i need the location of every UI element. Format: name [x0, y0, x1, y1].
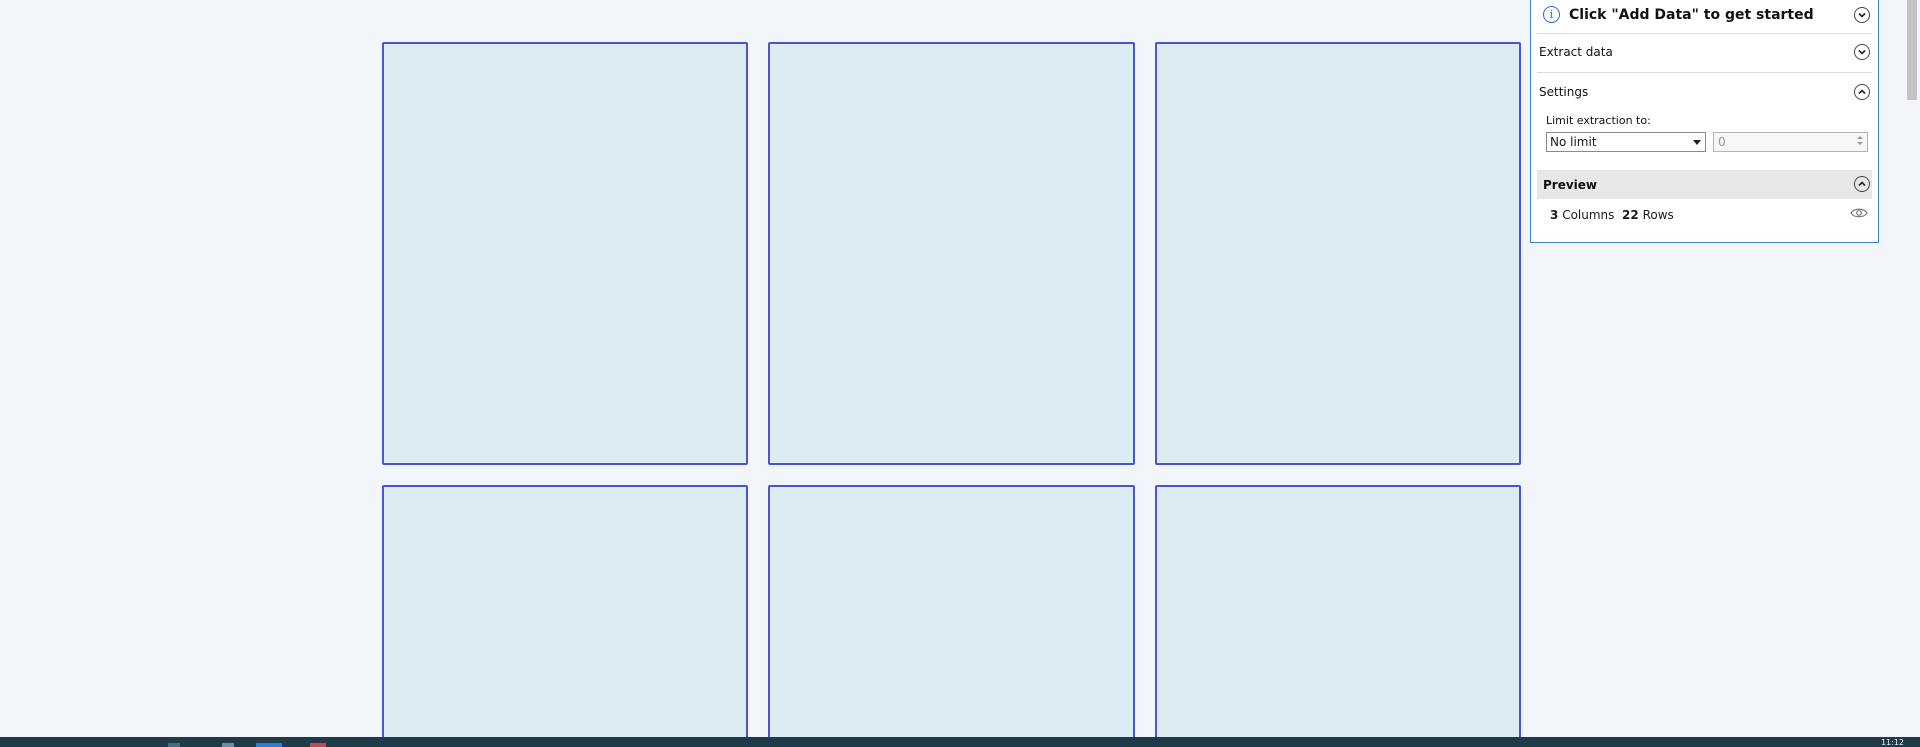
vertical-scrollbar[interactable]: [1902, 0, 1920, 737]
info-section[interactable]: i Click "Add Data" to get started: [1537, 1, 1872, 34]
image-tile-1[interactable]: [382, 42, 748, 465]
info-title: Click "Add Data" to get started: [1569, 7, 1814, 23]
extract-data-title: Extract data: [1539, 45, 1613, 59]
columns-label: Columns: [1562, 208, 1615, 222]
limit-type-select[interactable]: No limit: [1546, 132, 1706, 152]
taskbar: [0, 737, 1920, 747]
preview-header[interactable]: Preview: [1537, 170, 1872, 199]
dropdown-arrow-icon: [1693, 140, 1701, 145]
preview-stats: 3 Columns 22 Rows: [1550, 208, 1674, 222]
image-tile-2[interactable]: [768, 42, 1135, 465]
extract-data-section[interactable]: Extract data: [1537, 33, 1872, 73]
extraction-panel: i Click "Add Data" to get started Extrac…: [1530, 0, 1879, 243]
rows-label: Rows: [1642, 208, 1674, 222]
limit-extraction-label: Limit extraction to:: [1546, 114, 1651, 127]
image-tile-3[interactable]: [1155, 42, 1521, 465]
taskbar-clock: 11:12: [1880, 738, 1904, 747]
preview-title: Preview: [1543, 178, 1598, 192]
chevron-up-icon[interactable]: [1854, 176, 1870, 192]
limit-type-value: No limit: [1550, 135, 1597, 149]
eye-icon[interactable]: [1850, 207, 1868, 219]
settings-title: Settings: [1539, 85, 1589, 99]
chevron-up-icon[interactable]: [1854, 84, 1870, 100]
taskbar-app-icon[interactable]: [168, 743, 180, 747]
image-tile-6[interactable]: [1155, 485, 1521, 747]
limit-count-input[interactable]: 0: [1713, 132, 1868, 152]
taskbar-app-icon[interactable]: [310, 743, 326, 747]
taskbar-app-icon[interactable]: [222, 743, 234, 747]
image-tile-4[interactable]: [382, 485, 748, 747]
columns-count: 3: [1550, 208, 1559, 222]
image-tile-5[interactable]: [768, 485, 1135, 747]
chevron-down-icon[interactable]: [1854, 44, 1870, 60]
info-icon: i: [1543, 6, 1560, 23]
chevron-down-icon[interactable]: [1854, 7, 1870, 23]
rows-count: 22: [1622, 208, 1639, 222]
taskbar-app-icon[interactable]: [256, 743, 282, 747]
scrollbar-thumb[interactable]: [1907, 0, 1917, 100]
limit-count-value: 0: [1718, 135, 1726, 149]
spinner-arrows-icon[interactable]: [1855, 134, 1865, 150]
